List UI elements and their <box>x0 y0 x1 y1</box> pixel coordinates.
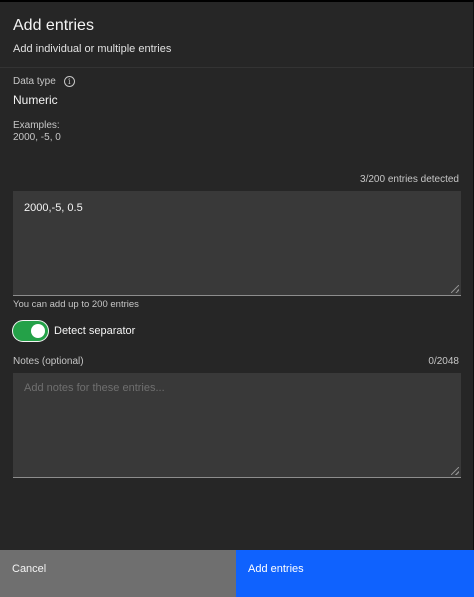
modal-title: Add entries <box>13 17 94 34</box>
notes-label: Notes (optional) <box>13 356 84 367</box>
add-entries-modal: Add entries Add individual or multiple e… <box>0 0 474 597</box>
entries-textarea[interactable]: 2000,-5, 0.5 <box>13 191 461 296</box>
examples-label: Examples: <box>13 120 60 131</box>
data-type-value: Numeric <box>13 93 58 107</box>
data-type-label-row: Data type i <box>13 76 75 87</box>
data-type-label: Data type <box>13 76 56 87</box>
resize-handle-icon[interactable] <box>451 467 459 475</box>
information-icon[interactable]: i <box>63 76 75 87</box>
modal-header: Add entries <box>13 16 94 36</box>
entries-helper-text: You can add up to 200 entries <box>13 299 139 310</box>
header-divider <box>0 67 474 68</box>
modal-footer: Cancel Add entries <box>0 550 474 597</box>
examples-value: 2000, -5, 0 <box>13 132 61 143</box>
add-entries-button[interactable]: Add entries <box>236 550 474 597</box>
detect-separator-label: Detect separator <box>54 325 136 337</box>
entries-detected-count: 3/200 entries detected <box>360 174 459 185</box>
notes-textarea[interactable]: Add notes for these entries... <box>13 373 461 478</box>
entries-textarea-value: 2000,-5, 0.5 <box>24 202 83 214</box>
modal-subtitle: Add individual or multiple entries <box>13 43 172 55</box>
detect-separator-toggle[interactable] <box>13 321 48 341</box>
notes-character-count: 0/2048 <box>428 356 459 367</box>
notes-placeholder: Add notes for these entries... <box>24 382 165 394</box>
cancel-button[interactable]: Cancel <box>0 550 236 597</box>
detect-separator-row: Detect separator <box>13 321 135 341</box>
resize-handle-icon[interactable] <box>451 285 459 293</box>
toggle-knob <box>31 324 45 338</box>
